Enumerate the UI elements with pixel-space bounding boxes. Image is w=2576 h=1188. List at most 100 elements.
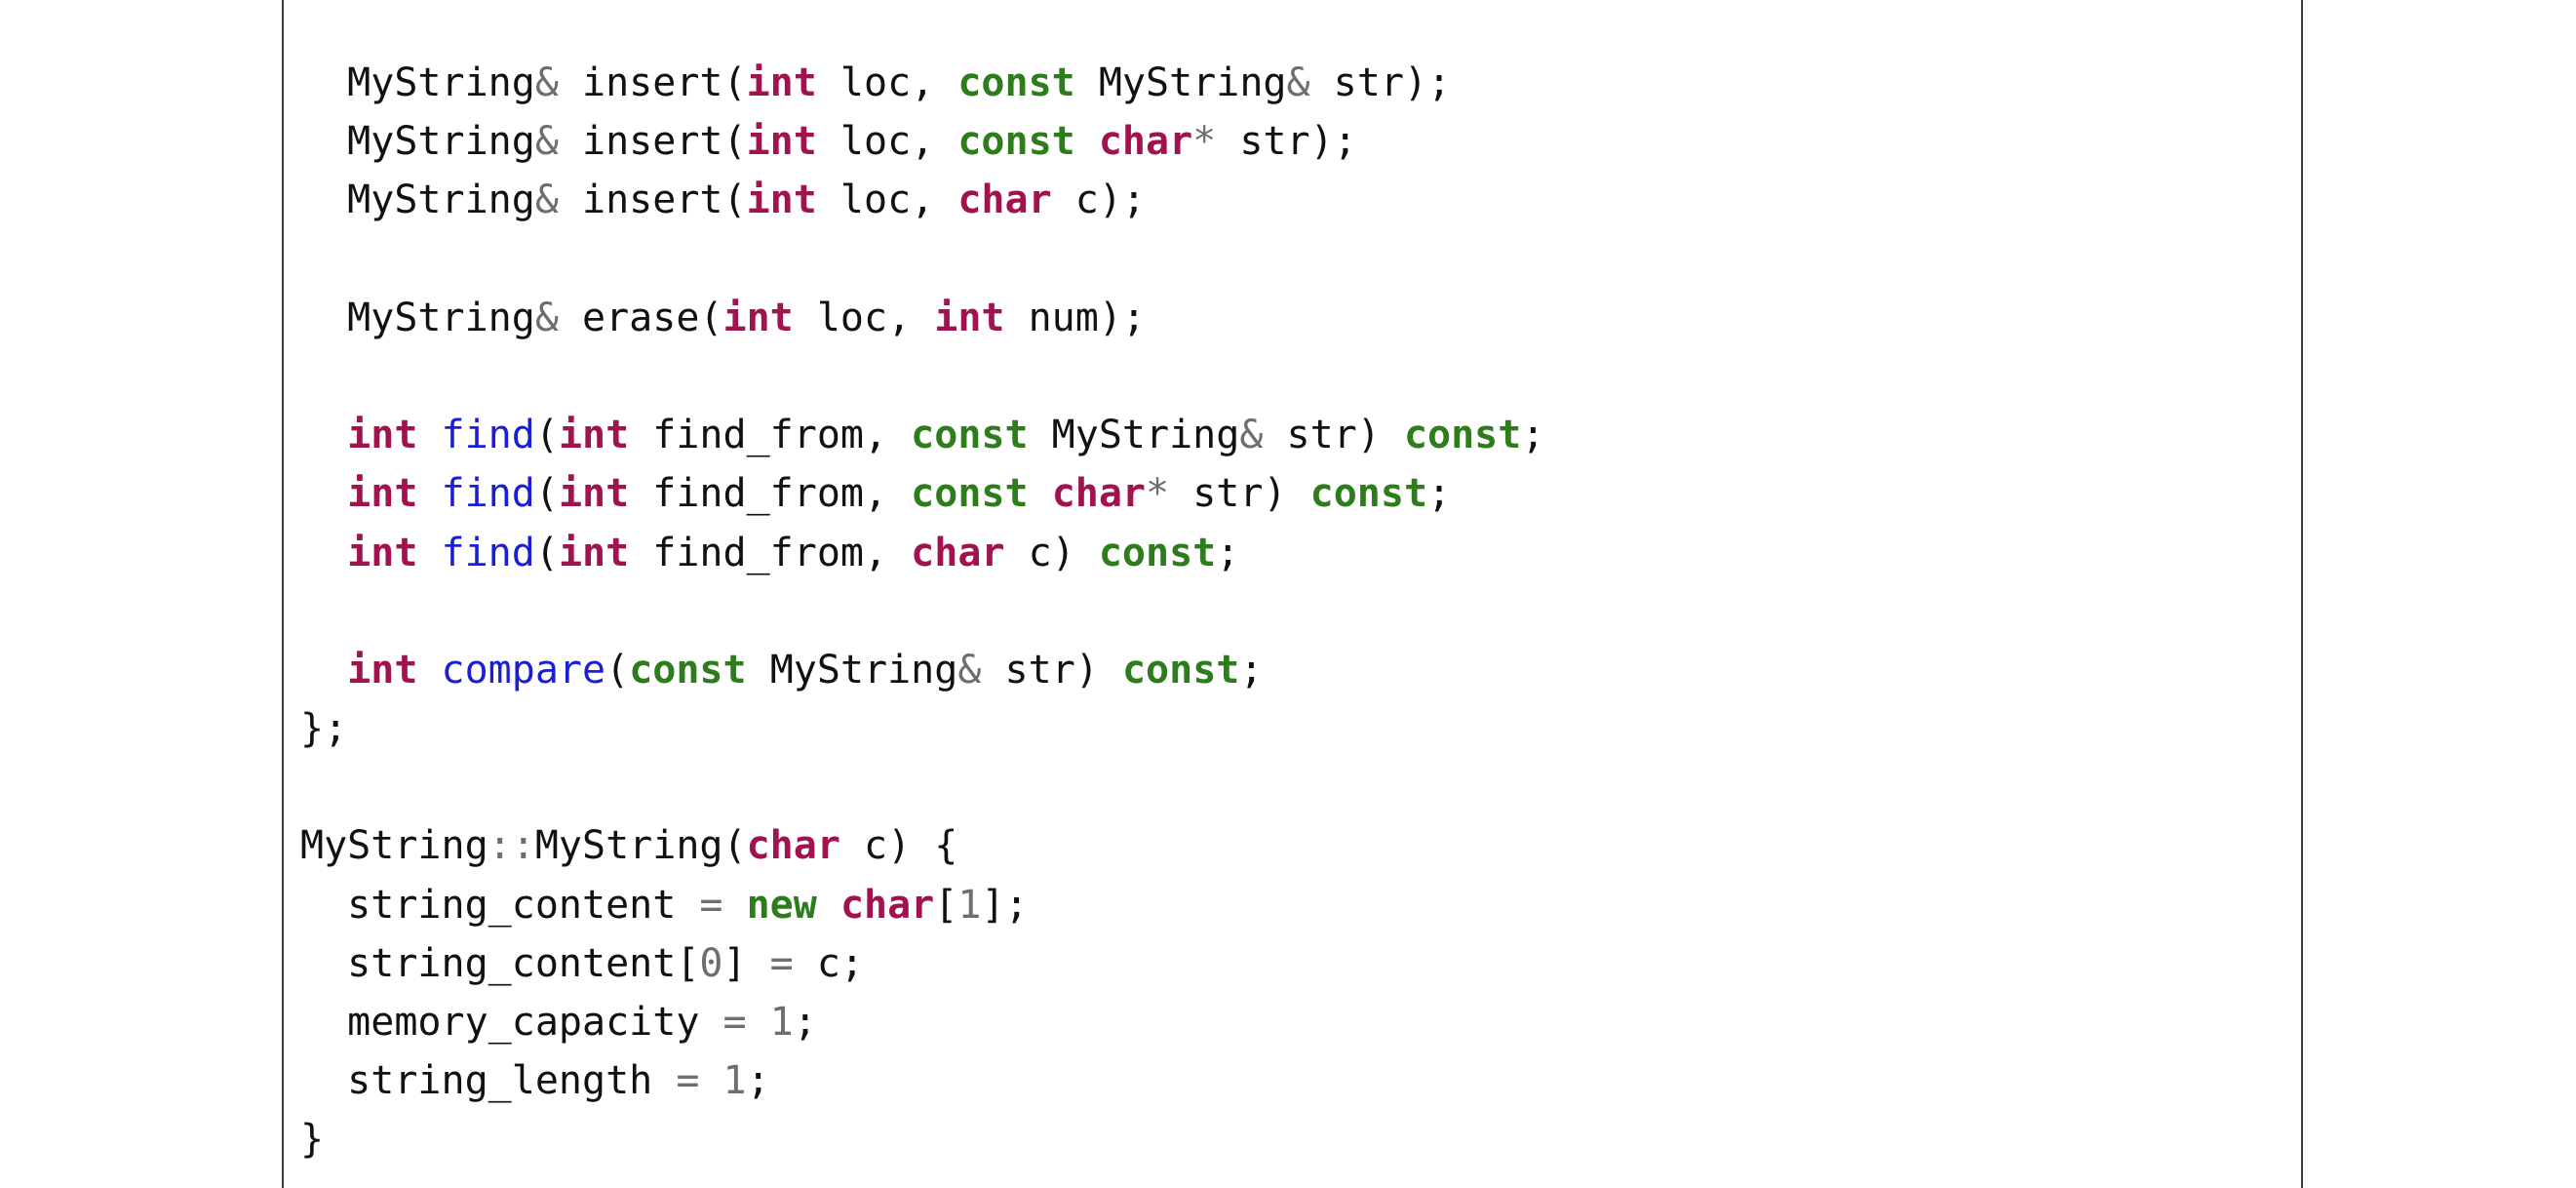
code-line: int compare(const MyString& str) const; bbox=[300, 641, 1544, 699]
number-literal: 1 bbox=[957, 882, 982, 928]
code-line: ​ bbox=[300, 582, 1544, 641]
qualifier-keyword: const bbox=[1098, 530, 1217, 575]
code-text: ; bbox=[1216, 530, 1240, 575]
number-literal: 1 bbox=[722, 1058, 747, 1104]
code-listing: MyString& insert(int loc, const MyString… bbox=[300, 54, 1544, 1169]
code-line: MyString& erase(int loc, int num); bbox=[300, 289, 1544, 347]
code-text: MyString bbox=[1028, 413, 1240, 458]
code-text: loc, bbox=[816, 178, 958, 223]
qualifier-keyword: const bbox=[1121, 647, 1240, 693]
type-keyword: int bbox=[746, 60, 817, 105]
type-keyword: int bbox=[347, 647, 418, 693]
code-text: ; bbox=[1239, 647, 1264, 693]
code-text: loc, bbox=[793, 295, 935, 340]
operator: = bbox=[676, 1058, 700, 1104]
code-text: ]; bbox=[981, 882, 1029, 928]
number-literal: 1 bbox=[769, 1000, 794, 1045]
code-text: MyString bbox=[1074, 60, 1287, 105]
code-line: MyString& insert(int loc, const MyString… bbox=[300, 54, 1544, 112]
code-text: string_content bbox=[300, 882, 700, 928]
type-keyword: int bbox=[558, 471, 630, 517]
code-text: ( bbox=[534, 471, 559, 517]
code-text: insert( bbox=[558, 178, 747, 223]
type-keyword: char bbox=[957, 178, 1052, 223]
code-text: MyString bbox=[300, 178, 535, 223]
function-name: compare bbox=[441, 647, 606, 693]
code-text: find_from, bbox=[629, 471, 912, 517]
type-keyword: int bbox=[558, 413, 630, 458]
code-text: MyString bbox=[300, 119, 535, 165]
code-text: ; bbox=[793, 1000, 817, 1045]
type-keyword: int bbox=[722, 295, 794, 340]
code-line: memory_capacity = 1; bbox=[300, 993, 1544, 1051]
operator: = bbox=[722, 1000, 747, 1045]
code-line: string_content = new char[1]; bbox=[300, 876, 1544, 934]
operator: & bbox=[534, 119, 559, 165]
code-text: find_from, bbox=[629, 413, 912, 458]
operator: = bbox=[699, 882, 723, 928]
code-text: loc, bbox=[816, 60, 958, 105]
code-text: str); bbox=[1309, 60, 1452, 105]
operator: & bbox=[1239, 413, 1264, 458]
operator: & bbox=[534, 295, 559, 340]
code-line: ​ bbox=[300, 347, 1544, 406]
qualifier-keyword: const bbox=[911, 471, 1029, 517]
code-text: c) { bbox=[839, 823, 958, 869]
operator: = bbox=[769, 940, 794, 986]
type-keyword: char bbox=[1098, 119, 1193, 165]
code-text: str) bbox=[1169, 471, 1310, 517]
code-text: insert( bbox=[558, 119, 747, 165]
type-keyword: int bbox=[347, 413, 418, 458]
type-keyword: char bbox=[839, 882, 935, 928]
type-keyword: int bbox=[934, 295, 1005, 340]
operator: & bbox=[1286, 60, 1310, 105]
type-keyword: char bbox=[746, 823, 840, 869]
code-text: ; bbox=[1427, 471, 1452, 517]
function-name: find bbox=[441, 471, 535, 517]
code-text: MyString( bbox=[534, 823, 747, 869]
function-name: find bbox=[441, 413, 535, 458]
type-keyword: int bbox=[347, 530, 418, 575]
type-keyword: char bbox=[1051, 471, 1147, 517]
code-line: MyString& insert(int loc, char c); bbox=[300, 171, 1544, 229]
code-text: MyString bbox=[746, 647, 958, 693]
code-text: c) bbox=[1004, 530, 1099, 575]
code-text: MyString bbox=[300, 60, 535, 105]
code-line: int find(int find_from, char c) const; bbox=[300, 524, 1544, 582]
code-text: find_from, bbox=[629, 530, 912, 575]
type-keyword: int bbox=[746, 178, 817, 223]
code-line: }; bbox=[300, 699, 1544, 758]
code-line: MyString::MyString(char c) { bbox=[300, 816, 1544, 875]
code-text: str); bbox=[1216, 119, 1357, 165]
code-text: ; bbox=[1521, 413, 1545, 458]
qualifier-keyword: const bbox=[957, 60, 1075, 105]
code-text: loc, bbox=[816, 119, 958, 165]
operator: * bbox=[1192, 119, 1217, 165]
number-literal: 0 bbox=[699, 940, 723, 986]
code-text: } bbox=[300, 1117, 325, 1163]
code-text: memory_capacity bbox=[300, 1000, 723, 1045]
qualifier-keyword: new bbox=[746, 882, 817, 928]
function-name: find bbox=[441, 530, 535, 575]
code-text: ( bbox=[534, 413, 559, 458]
qualifier-keyword: const bbox=[957, 119, 1075, 165]
code-text: str) bbox=[981, 647, 1122, 693]
code-line: string_content[0] = c; bbox=[300, 934, 1544, 993]
code-text: ( bbox=[605, 647, 630, 693]
code-text: num); bbox=[1004, 295, 1146, 340]
code-line: int find(int find_from, const char* str)… bbox=[300, 464, 1544, 523]
code-text: MyString bbox=[300, 295, 535, 340]
